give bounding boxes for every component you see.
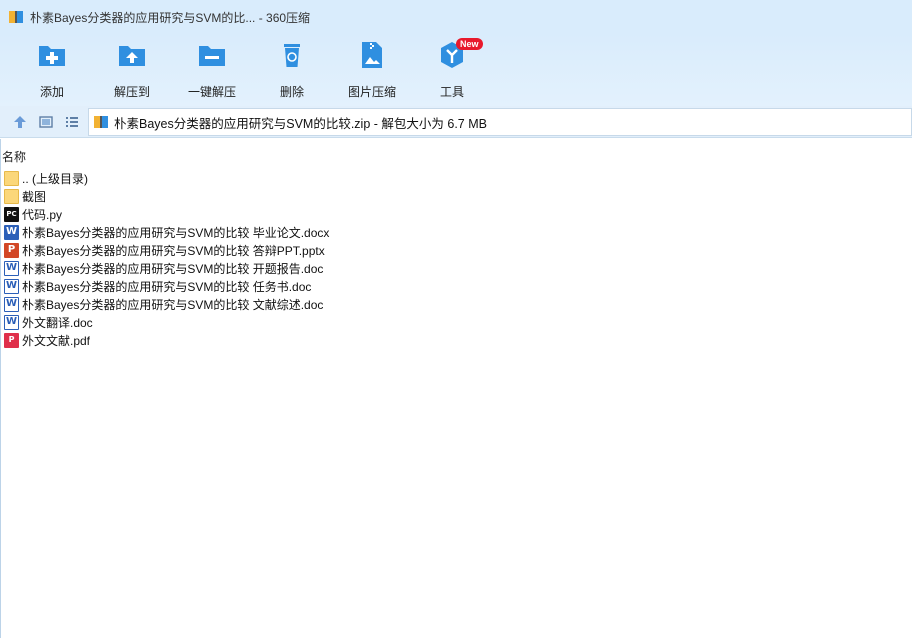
- file-name: 朴素Bayes分类器的应用研究与SVM的比较 文献综述.doc: [22, 297, 324, 312]
- file-name: .. (上级目录): [22, 171, 88, 186]
- list-item[interactable]: W 外文翻译.doc: [4, 313, 329, 331]
- list-item[interactable]: W 朴素Bayes分类器的应用研究与SVM的比较 开题报告.doc: [4, 259, 329, 277]
- title-bar: 朴素Bayes分类器的应用研究与SVM的比... - 360压缩: [0, 0, 912, 34]
- list-item[interactable]: P 朴素Bayes分类器的应用研究与SVM的比较 答辩PPT.pptx: [4, 241, 329, 259]
- extract-to-icon: [119, 46, 145, 66]
- image-compress-label: 图片压缩: [347, 85, 396, 99]
- powerpoint-icon: P: [4, 242, 19, 258]
- file-name: 朴素Bayes分类器的应用研究与SVM的比较 毕业论文.docx: [22, 225, 330, 240]
- folder-icon: [4, 188, 19, 204]
- list-item[interactable]: .. (上级目录): [4, 169, 329, 187]
- thumbnail-view-icon[interactable]: [38, 114, 54, 130]
- one-click-extract-button[interactable]: 一键解压: [176, 40, 248, 100]
- list-item[interactable]: PC 代码.py: [4, 205, 329, 223]
- one-click-extract-icon: [199, 46, 225, 66]
- path-text: 朴素Bayes分类器的应用研究与SVM的比较.zip - 解包大小为 6.7 M…: [114, 116, 487, 131]
- file-name: 截图: [22, 189, 47, 204]
- file-name: 朴素Bayes分类器的应用研究与SVM的比较 答辩PPT.pptx: [22, 243, 325, 258]
- word-doc-icon: W: [4, 314, 19, 330]
- folder-icon: [4, 170, 19, 186]
- archive-icon: [9, 11, 23, 23]
- delete-label: 删除: [279, 85, 304, 99]
- file-name: 外文翻译.doc: [22, 315, 93, 330]
- toolbar: 添加 解压到 一键解压 删除 图片压缩 New 工具: [0, 34, 912, 106]
- file-list: .. (上级目录) 截图 PC 代码.py W 朴素Bayes分类器的应用研究与…: [4, 169, 329, 349]
- tools-label: 工具: [439, 85, 464, 99]
- list-item[interactable]: W 朴素Bayes分类器的应用研究与SVM的比较 任务书.doc: [4, 277, 329, 295]
- word-docx-icon: W: [4, 224, 19, 240]
- delete-button[interactable]: 删除: [256, 40, 328, 100]
- list-item[interactable]: W 朴素Bayes分类器的应用研究与SVM的比较 文献综述.doc: [4, 295, 329, 313]
- file-pane: 名称 .. (上级目录) 截图 PC 代码.py W 朴素Bayes分类器的应用…: [0, 139, 912, 638]
- new-badge: New: [456, 38, 483, 50]
- path-field[interactable]: 朴素Bayes分类器的应用研究与SVM的比较.zip - 解包大小为 6.7 M…: [88, 108, 912, 136]
- file-name: 代码.py: [22, 207, 63, 222]
- file-name: 朴素Bayes分类器的应用研究与SVM的比较 任务书.doc: [22, 279, 312, 294]
- file-name: 外文文献.pdf: [22, 333, 91, 348]
- word-doc-icon: W: [4, 260, 19, 276]
- recycle-bin-icon: [284, 44, 300, 67]
- zip-file-icon: [94, 116, 108, 128]
- image-compress-icon: [362, 42, 382, 68]
- list-item[interactable]: W 朴素Bayes分类器的应用研究与SVM的比较 毕业论文.docx: [4, 223, 329, 241]
- image-compress-button[interactable]: 图片压缩: [336, 40, 408, 100]
- one-click-extract-label: 一键解压: [187, 85, 236, 99]
- list-view-icon[interactable]: [64, 114, 80, 130]
- word-doc-icon: W: [4, 278, 19, 294]
- address-bar: 朴素Bayes分类器的应用研究与SVM的比较.zip - 解包大小为 6.7 M…: [0, 106, 912, 138]
- add-label: 添加: [39, 85, 64, 99]
- python-file-icon: PC: [4, 206, 19, 222]
- add-button[interactable]: 添加: [16, 40, 88, 100]
- extract-to-button[interactable]: 解压到: [96, 40, 168, 100]
- up-arrow-icon[interactable]: [12, 114, 28, 130]
- word-doc-icon: W: [4, 296, 19, 312]
- list-item[interactable]: P 外文文献.pdf: [4, 331, 329, 349]
- tools-button[interactable]: New 工具: [416, 38, 488, 100]
- extract-to-label: 解压到: [113, 85, 150, 99]
- window-title: 朴素Bayes分类器的应用研究与SVM的比... - 360压缩: [30, 10, 311, 25]
- pdf-icon: P: [4, 332, 19, 348]
- file-name: 朴素Bayes分类器的应用研究与SVM的比较 开题报告.doc: [22, 261, 324, 276]
- list-item[interactable]: 截图: [4, 187, 329, 205]
- column-header-name[interactable]: 名称: [2, 148, 26, 165]
- add-folder-icon: [39, 46, 65, 66]
